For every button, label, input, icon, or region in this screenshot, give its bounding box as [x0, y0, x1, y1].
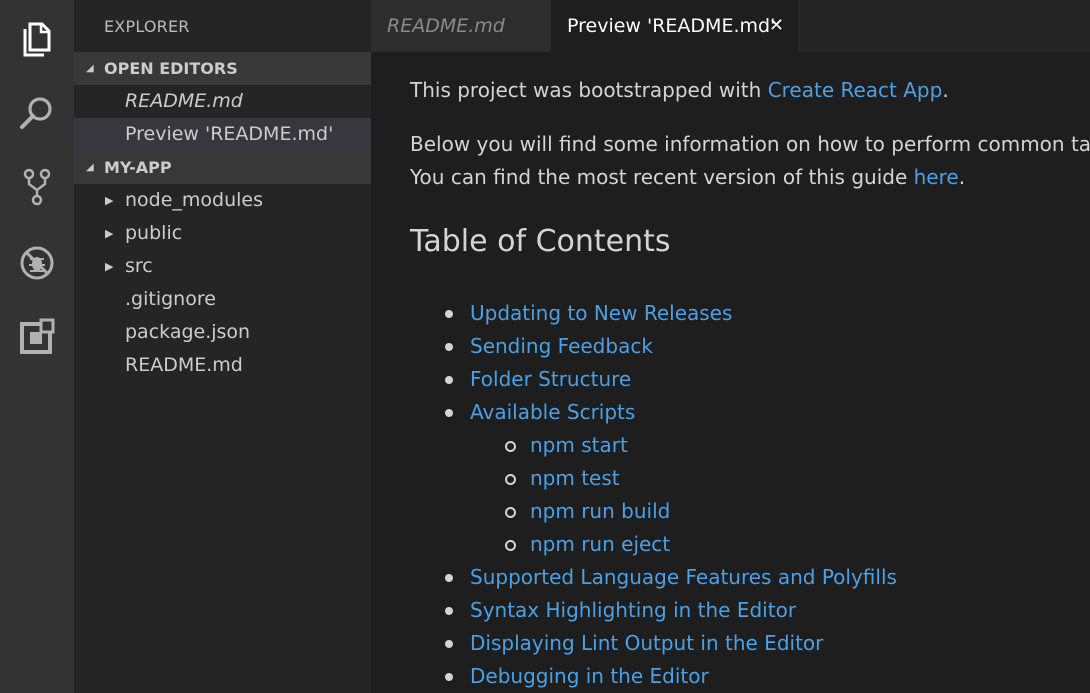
toc-link[interactable]: Supported Language Features and Polyfill… — [470, 561, 897, 594]
extensions-icon — [20, 318, 55, 354]
guide-period: . — [958, 165, 966, 189]
search-icon — [20, 97, 52, 129]
chevron-down-icon: ◢ — [86, 162, 94, 173]
chevron-right-icon: ▶ — [105, 260, 114, 273]
toc-link[interactable]: Updating to New Releases — [470, 297, 732, 330]
folder-public[interactable]: ▶ public — [74, 217, 371, 250]
toc-link[interactable]: Syntax Highlighting in the Editor — [470, 594, 796, 627]
open-editors-header[interactable]: ◢ OPEN EDITORS — [74, 52, 371, 85]
toc-link[interactable]: npm test — [530, 462, 620, 495]
toc-link[interactable]: npm start — [530, 429, 628, 462]
intro-text: This project was bootstrapped with — [410, 78, 768, 102]
file-gitignore[interactable]: .gitignore — [74, 283, 371, 316]
chevron-right-icon: ▶ — [105, 194, 114, 207]
toc-heading: Table of Contents — [410, 224, 671, 259]
bullet-icon — [445, 343, 453, 351]
folder-label: public — [125, 222, 183, 244]
tab-preview-readme[interactable]: Preview 'README.md' ✕ — [551, 0, 798, 52]
hollow-bullet-icon — [505, 474, 516, 485]
sidebar-title: EXPLORER — [104, 17, 190, 36]
chevron-down-icon: ◢ — [86, 63, 94, 74]
toc-link[interactable]: Displaying Lint Output in the Editor — [470, 627, 823, 660]
hollow-bullet-icon — [505, 507, 516, 518]
hollow-bullet-icon — [505, 540, 516, 551]
open-editor-preview-readme[interactable]: Preview 'README.md' — [74, 118, 371, 151]
tab-label: Preview 'README.md' — [567, 15, 776, 37]
project-folder-header[interactable]: ◢ MY-APP — [74, 151, 371, 184]
info-paragraph-line2: You can find the most recent version of … — [410, 161, 965, 194]
debug-icon — [20, 246, 54, 280]
markdown-preview: This project was bootstrapped with Creat… — [371, 52, 1090, 693]
bullet-icon — [445, 409, 453, 417]
folder-src[interactable]: ▶ src — [74, 250, 371, 283]
bullet-icon — [445, 574, 453, 582]
intro-period: . — [942, 78, 949, 102]
create-react-app-link[interactable]: Create React App — [768, 78, 943, 102]
folder-node-modules[interactable]: ▶ node_modules — [74, 184, 371, 217]
folder-label: node_modules — [125, 189, 264, 211]
bullet-icon — [445, 607, 453, 615]
folder-label: src — [125, 255, 153, 277]
toc-link[interactable]: Sending Feedback — [470, 330, 653, 363]
tab-readme[interactable]: README.md — [371, 0, 551, 52]
toc-link[interactable]: Debugging in the Editor — [470, 660, 709, 693]
debug-button[interactable] — [0, 226, 74, 300]
editor-tabs: README.md Preview 'README.md' ✕ — [371, 0, 1090, 52]
toc-link[interactable]: npm run build — [530, 495, 670, 528]
guide-text: You can find the most recent version of … — [410, 165, 914, 189]
toc-link[interactable]: Folder Structure — [470, 363, 631, 396]
open-editor-readme[interactable]: README.md — [74, 85, 371, 118]
info-paragraph-line1: Below you will find some information on … — [410, 132, 1090, 156]
search-button[interactable] — [0, 76, 74, 150]
intro-paragraph: This project was bootstrapped with Creat… — [410, 74, 949, 107]
extensions-button[interactable] — [0, 300, 74, 374]
toc-link[interactable]: npm run eject — [530, 528, 670, 561]
here-link[interactable]: here — [914, 165, 959, 189]
open-editors-label: OPEN EDITORS — [104, 59, 238, 78]
source-control-button[interactable] — [0, 150, 74, 224]
file-readme[interactable]: README.md — [74, 349, 371, 382]
file-package-json[interactable]: package.json — [74, 316, 371, 349]
bullet-icon — [445, 310, 453, 318]
bullet-icon — [445, 640, 453, 648]
source-control-icon — [23, 168, 51, 206]
bullet-icon — [445, 376, 453, 384]
toc-link[interactable]: Available Scripts — [470, 396, 635, 429]
explorer-sidebar: EXPLORER ◢ OPEN EDITORS README.md Previe… — [74, 0, 371, 693]
vscode-window: EXPLORER ◢ OPEN EDITORS README.md Previe… — [0, 0, 1090, 693]
files-icon — [23, 22, 51, 57]
project-folder-label: MY-APP — [104, 158, 172, 177]
hollow-bullet-icon — [505, 441, 516, 452]
bullet-icon — [445, 673, 453, 681]
chevron-right-icon: ▶ — [105, 227, 114, 240]
explorer-button[interactable] — [0, 2, 74, 76]
activity-bar — [0, 0, 74, 693]
close-icon[interactable]: ✕ — [769, 0, 784, 52]
